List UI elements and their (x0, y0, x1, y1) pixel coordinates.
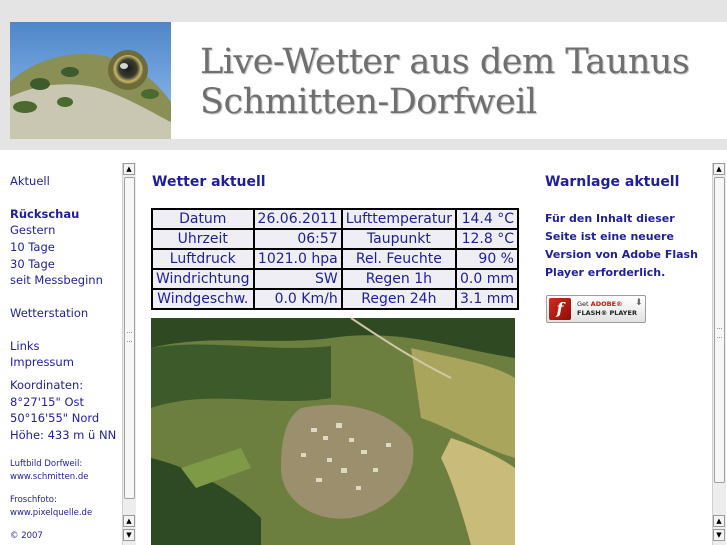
scroll-up-arrow-icon[interactable]: ▲ (713, 515, 725, 527)
altitude: Höhe: 433 m ü NN (10, 428, 117, 442)
aerial-photo-credit-label: Luftbild Dorfweil: (10, 459, 83, 469)
weather-value-cell: 3.1 mm (455, 288, 519, 310)
scroll-up-arrow-icon[interactable]: ▲ (123, 163, 135, 175)
nav-link-aktuell[interactable]: Aktuell (10, 174, 50, 188)
scroll-down-arrow-icon[interactable]: ▼ (123, 529, 135, 541)
flash-player-label: FLASH® PLAYER (577, 309, 637, 317)
weather-label-cell: Windrichtung (151, 268, 255, 290)
nav-link-links[interactable]: Links (10, 339, 40, 353)
coordinates-east: 8°27'15" Ost (10, 395, 84, 409)
nav-link-gestern[interactable]: Gestern (10, 223, 55, 237)
site-title-line-2: Schmitten-Dorfweil (200, 82, 537, 122)
aerial-photo-credit-link[interactable]: www.schmitten.de (10, 472, 89, 482)
flash-adobe-label: ADOBE® (590, 300, 623, 308)
weather-value-cell: 12.8 °C (455, 228, 519, 250)
weather-value-cell: 14.4 °C (455, 208, 519, 230)
weather-label-cell: Rel. Feuchte (340, 248, 458, 270)
weather-label-cell: Datum (151, 208, 255, 230)
frog-header-image (10, 22, 171, 139)
weather-value-cell: 0.0 Km/h (252, 288, 343, 310)
nav-heading-rueckschau: Rückschau (10, 207, 80, 221)
weather-table-row: Windgeschw. 0.0 Km/h Regen 24h 3.1 mm (151, 288, 519, 310)
weather-table-row: Uhrzeit 06:57 Taupunkt 12.8 °C (151, 228, 519, 250)
weather-table-row: Luftdruck 1021.0 hpa Rel. Feuchte 90 % (151, 248, 519, 270)
site-title-line-1: Live-Wetter aus dem Taunus (200, 42, 690, 82)
weather-label-cell: Regen 24h (340, 288, 458, 310)
left-nav-scrollbar[interactable]: ▲ ▲ ▼ (122, 163, 136, 545)
copyright: © 2007 (10, 531, 43, 541)
flash-required-message: Für den Inhalt dieser Seite ist eine neu… (545, 212, 698, 279)
scroll-up-arrow-icon[interactable]: ▲ (713, 163, 725, 175)
weather-label-cell: Lufttemperatur (340, 208, 458, 230)
coordinates-north: 50°16'55" Nord (10, 411, 100, 425)
frog-photo-credit-label: Froschfoto: (10, 495, 57, 505)
warning-title: Warnlage aktuell (545, 174, 680, 190)
scrollbar-thumb[interactable] (714, 177, 725, 483)
nav-link-wetterstation[interactable]: Wetterstation (10, 306, 88, 320)
weather-value-cell: 1021.0 hpa (252, 248, 343, 270)
download-arrow-icon: ⬇ (635, 298, 643, 308)
weather-label-cell: Taupunkt (340, 228, 458, 250)
weather-label-cell: Windgeschw. (151, 288, 255, 310)
weather-table-row: Datum 26.06.2011 Lufttemperatur 14.4 °C (151, 208, 519, 230)
nav-link-impressum[interactable]: Impressum (10, 355, 74, 369)
nav-link-seit-messbeginn[interactable]: seit Messbeginn (10, 273, 103, 287)
main-scrollbar[interactable]: ▲ ▲ ▼ (712, 163, 726, 545)
weather-value-cell: SW (252, 268, 343, 290)
weather-table-row: Windrichtung SW Regen 1h 0.0 mm (151, 268, 519, 290)
scroll-down-arrow-icon[interactable]: ▼ (713, 529, 725, 541)
weather-value-cell: 26.06.2011 (252, 208, 343, 230)
get-flash-player-button[interactable]: f Get ADOBE® FLASH® PLAYER ⬇ (546, 295, 646, 323)
weather-value-cell: 90 % (455, 248, 519, 270)
weather-label-cell: Luftdruck (151, 248, 255, 270)
weather-label-cell: Uhrzeit (151, 228, 255, 250)
weather-data-table: Datum 26.06.2011 Lufttemperatur 14.4 °C Uhrz… (151, 208, 519, 310)
aerial-photo-dorfweil (151, 318, 515, 545)
coordinates-label: Koordinaten: (10, 378, 84, 392)
flash-get-label: Get (577, 300, 589, 308)
weather-value-cell: 0.0 mm (455, 268, 519, 290)
flash-logo-icon: f (549, 298, 571, 320)
nav-link-10-tage[interactable]: 10 Tage (10, 240, 55, 254)
nav-link-30-tage[interactable]: 30 Tage (10, 257, 55, 271)
scroll-up-arrow-icon[interactable]: ▲ (123, 515, 135, 527)
left-navigation: Aktuell Rückschau Gestern 10 Tage 30 Tag… (0, 162, 122, 545)
scrollbar-thumb[interactable] (124, 177, 135, 499)
current-weather-title: Wetter aktuell (152, 174, 266, 190)
site-title-banner: Live-Wetter aus dem Taunus Schmitten-Dor… (171, 22, 727, 139)
weather-value-cell: 06:57 (252, 228, 343, 250)
frog-photo-credit-link[interactable]: www.pixelquelle.de (10, 508, 92, 518)
weather-label-cell: Regen 1h (340, 268, 458, 290)
